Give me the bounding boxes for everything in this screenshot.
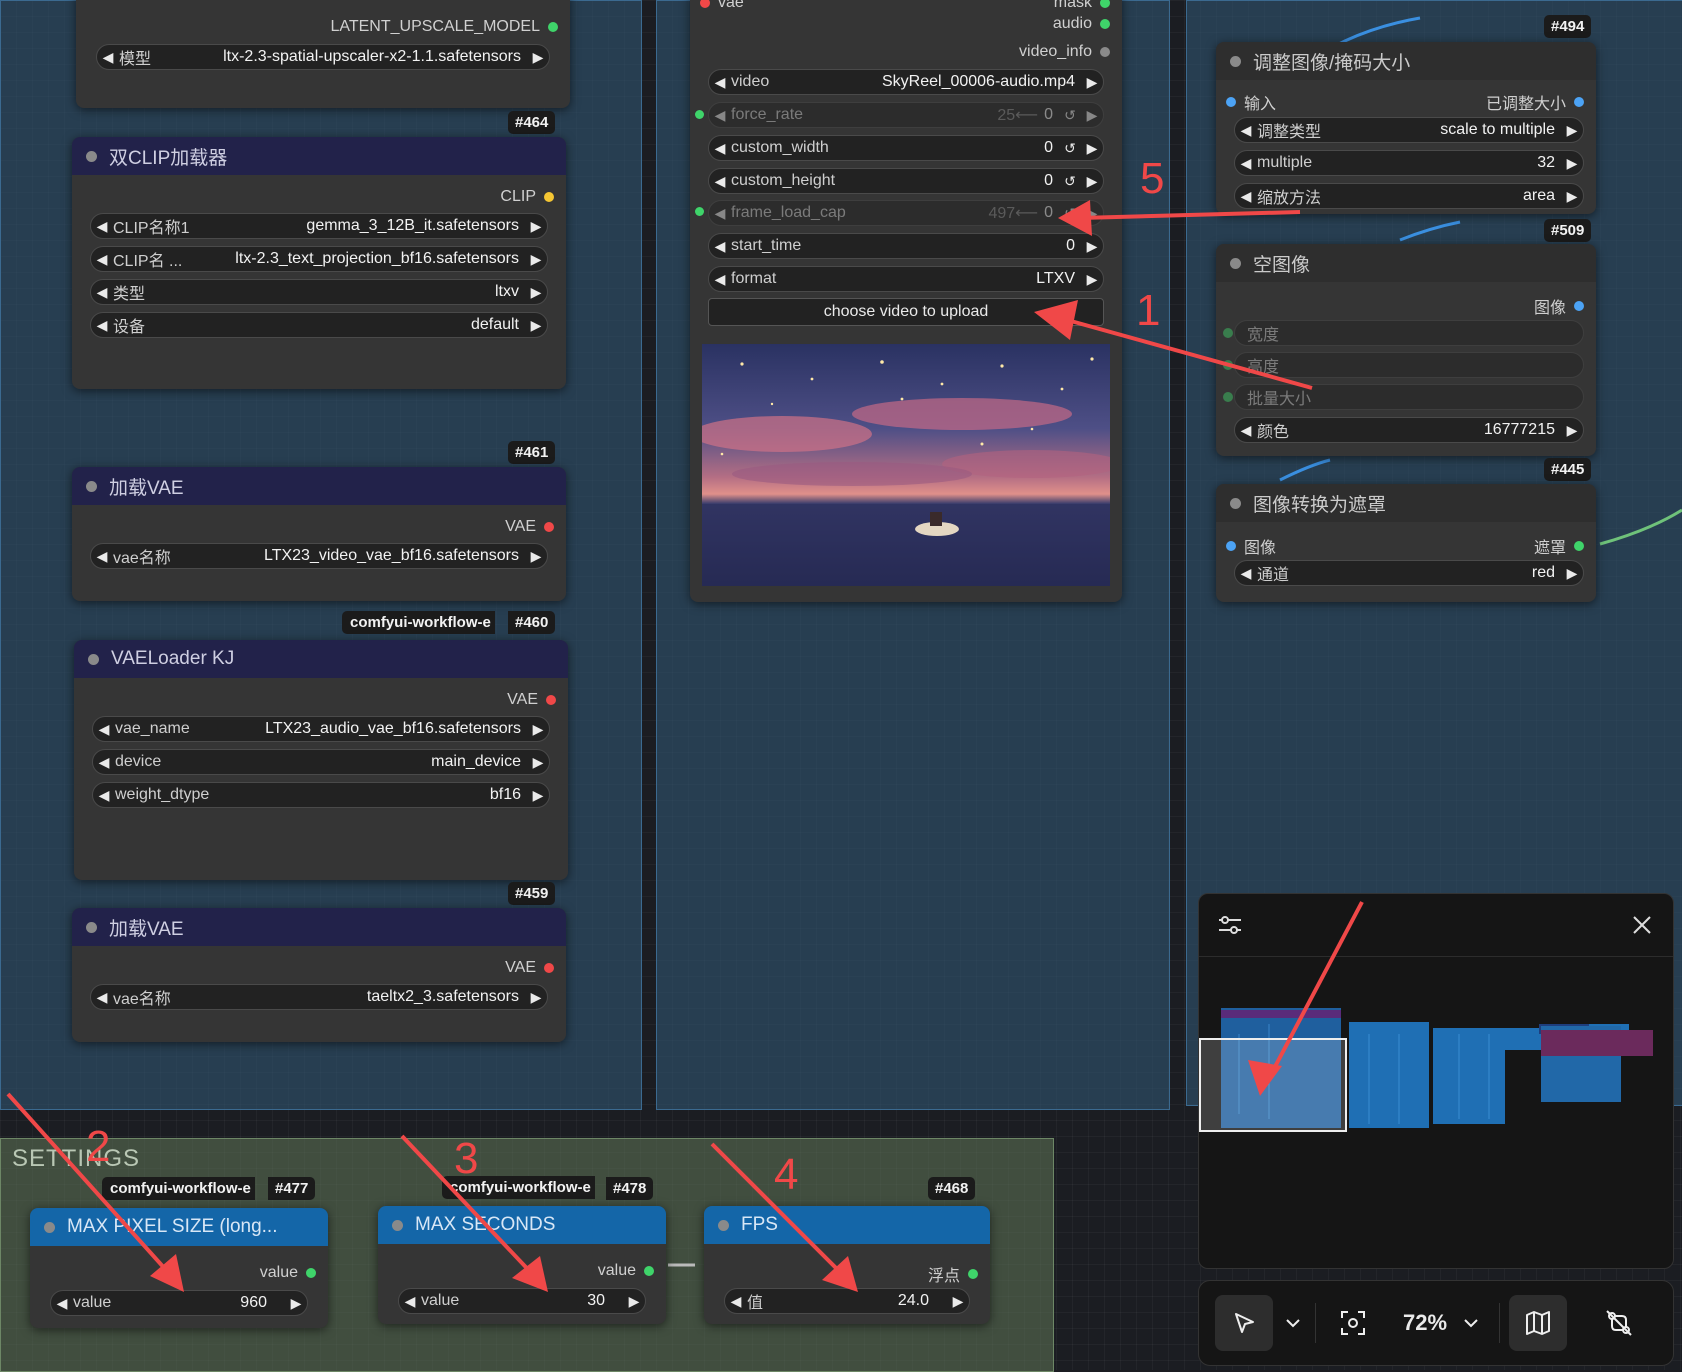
annotation-4: 4 <box>774 1150 799 1199</box>
annotation-1: 1 <box>1136 286 1161 335</box>
annotation-2: 2 <box>86 1122 111 1171</box>
annotation-3: 3 <box>454 1134 479 1183</box>
annotation-5: 5 <box>1140 154 1165 203</box>
annotation-arrows <box>6 200 1364 1292</box>
